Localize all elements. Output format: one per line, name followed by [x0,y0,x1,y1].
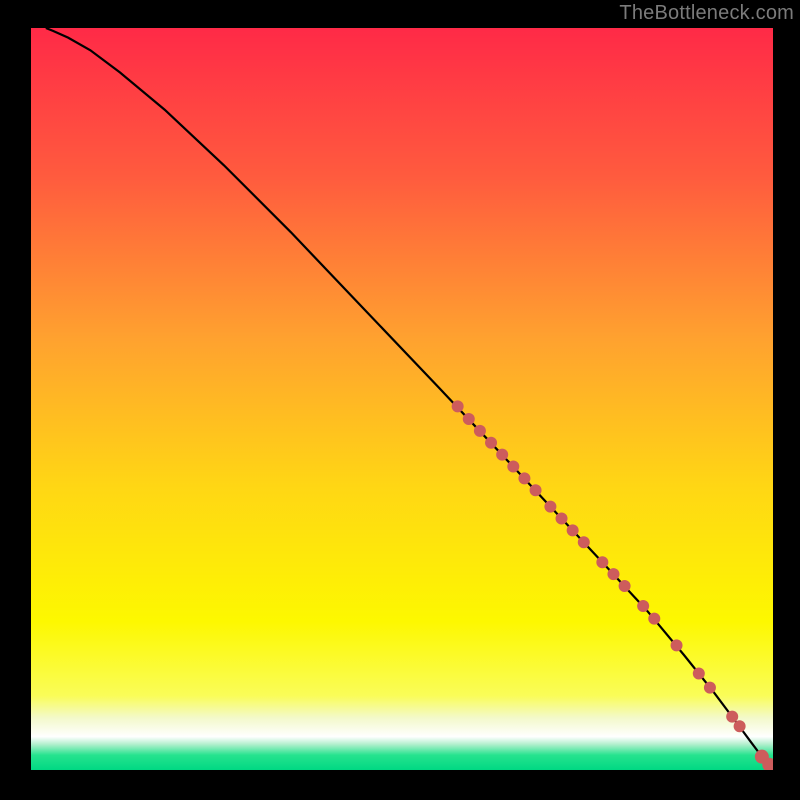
data-marker [671,639,683,651]
data-marker [530,484,542,496]
data-marker [463,413,475,425]
data-marker [485,437,497,449]
data-marker [474,425,486,437]
data-marker [452,400,464,412]
data-marker [693,668,705,680]
data-marker [567,524,579,536]
data-marker [556,512,568,524]
data-marker [734,720,746,732]
data-marker [704,682,716,694]
data-marker [496,449,508,461]
data-marker [619,580,631,592]
data-marker [648,613,660,625]
data-marker [726,711,738,723]
data-marker [637,600,649,612]
chart-svg [31,28,773,770]
data-marker [578,536,590,548]
data-marker [507,461,519,473]
data-marker [607,568,619,580]
chart-plot-area [31,28,773,770]
gradient-rect [31,28,773,770]
chart-frame: TheBottleneck.com [0,0,800,800]
attribution-label: TheBottleneck.com [619,2,794,25]
data-marker [518,472,530,484]
data-marker [596,556,608,568]
data-marker [544,501,556,513]
